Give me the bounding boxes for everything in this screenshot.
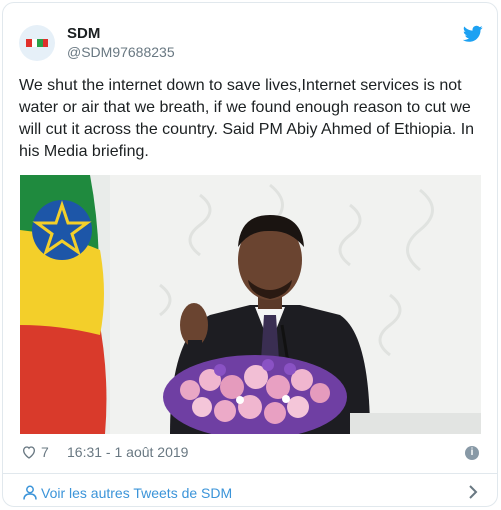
tweet-header: SDM @SDM97688235	[19, 23, 483, 63]
tweet-text: We shut the internet down to save lives,…	[19, 77, 475, 160]
info-icon[interactable]: i	[465, 446, 479, 460]
twitter-bird-icon[interactable]	[463, 25, 483, 43]
person-icon	[23, 485, 37, 500]
chevron-right-icon[interactable]	[467, 484, 479, 500]
embedded-tweet-card: SDM @SDM97688235 We shut the internet do…	[2, 2, 498, 507]
tweet-timestamp[interactable]: 16:31 - 1 août 2019	[67, 444, 188, 460]
ethiopia-flag-graphic	[20, 175, 107, 434]
press-conference-photo	[20, 175, 481, 434]
more-tweets-link[interactable]: Voir les autres Tweets de SDM	[19, 482, 483, 504]
author-handle[interactable]: @SDM97688235	[67, 44, 175, 60]
footer-divider	[3, 473, 497, 474]
avatar[interactable]	[19, 25, 55, 61]
author-name[interactable]: SDM	[67, 25, 100, 42]
tweet-actions: 7 16:31 - 1 août 2019 i	[19, 442, 483, 464]
tweet-photo[interactable]	[20, 175, 481, 434]
avatar-flag-graphic	[26, 39, 48, 47]
like-count[interactable]: 7	[41, 444, 49, 460]
more-tweets-label[interactable]: Voir les autres Tweets de SDM	[41, 485, 232, 501]
heart-icon[interactable]	[21, 444, 37, 460]
